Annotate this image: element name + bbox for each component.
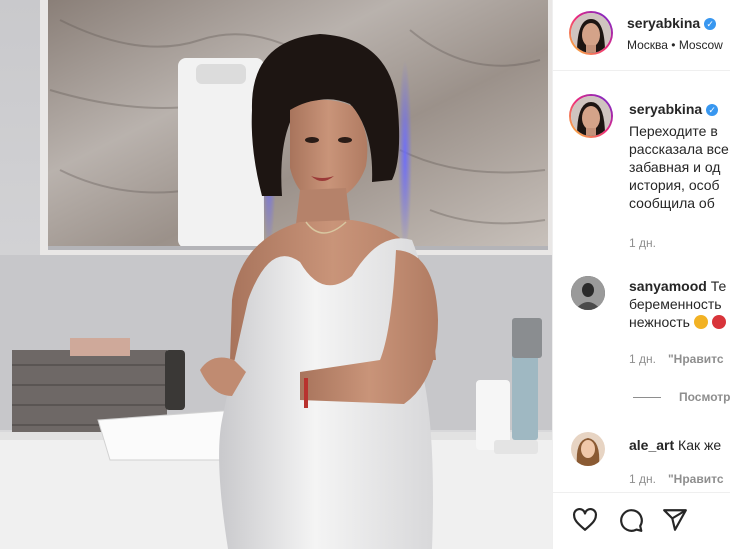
caption-line: Переходите в — [629, 123, 718, 139]
author-username-row: seryabkina ✓ — [627, 15, 717, 33]
heart-eyes-emoji-icon — [693, 315, 708, 329]
comment-username[interactable]: ale_art — [629, 437, 674, 453]
caption-time: 1 дн. — [629, 236, 656, 250]
comment-icon[interactable] — [617, 507, 645, 533]
caption-line: сообщила об — [629, 195, 715, 211]
comment-like-count[interactable]: "Нравитс — [668, 472, 724, 486]
post-side-panel: seryabkina ✓ Москва • Moscow seryabkina ✓ … — [552, 0, 730, 549]
comment-username[interactable]: sanyamood — [629, 278, 707, 294]
comment: sanyamood Те беременность нежность — [629, 277, 726, 331]
caption-line: история, особ — [629, 177, 720, 193]
heart-icon[interactable] — [571, 507, 599, 533]
comment-text: нежность — [629, 314, 690, 330]
comment-meta: 1 дн. "Нравитс — [629, 352, 724, 366]
avatar-photo — [571, 96, 611, 136]
caption-author-row: seryabkina ✓ — [629, 101, 719, 119]
author-username[interactable]: seryabkina — [627, 15, 700, 31]
comment-text: Как же — [678, 437, 722, 453]
verified-badge-icon: ✓ — [706, 104, 719, 116]
comment-time: 1 дн. — [629, 472, 656, 486]
comment-meta: 1 дн. "Нравитс — [629, 472, 724, 486]
caption-line: рассказала все — [629, 141, 729, 157]
verified-badge-icon: ✓ — [704, 18, 717, 30]
caption-username[interactable]: seryabkina — [629, 101, 702, 117]
replies-divider — [633, 397, 661, 398]
comment-like-count[interactable]: "Нравитс — [668, 352, 724, 366]
comment-time: 1 дн. — [629, 352, 656, 366]
post-action-bar — [553, 492, 730, 549]
view-replies-button[interactable]: Посмотр — [679, 390, 730, 404]
comment-text: беременность — [629, 296, 722, 312]
comment: ale_art Как же — [629, 436, 721, 454]
caption-avatar[interactable] — [569, 94, 613, 138]
post-header: seryabkina ✓ Москва • Moscow — [553, 0, 730, 71]
author-avatar[interactable] — [569, 11, 613, 55]
comment-text: Те — [710, 278, 727, 294]
caption-line: забавная и од — [629, 159, 721, 175]
post-location[interactable]: Москва • Moscow — [627, 38, 723, 52]
post-photo[interactable] — [0, 0, 552, 549]
pregnant-woman-bathroom-photo — [0, 0, 552, 549]
comment-avatar[interactable] — [571, 432, 605, 466]
comment-avatar[interactable] — [571, 276, 605, 310]
share-icon[interactable] — [661, 507, 689, 533]
emoji-icon — [711, 315, 726, 329]
caption-text: Переходите в рассказала все забавная и о… — [629, 122, 729, 212]
avatar-photo — [571, 13, 611, 53]
